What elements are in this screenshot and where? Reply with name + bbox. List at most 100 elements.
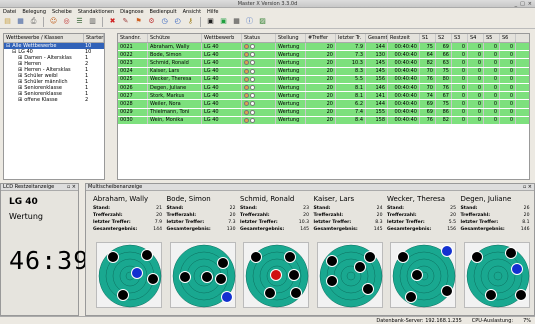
table-cell: 158 bbox=[366, 116, 388, 124]
tree-row[interactable]: ⊞ offene Klasse 2 bbox=[4, 97, 104, 103]
grid-header-cell[interactable]: S1 bbox=[420, 34, 436, 42]
table-cell: 0 bbox=[452, 43, 468, 51]
delete-icon[interactable]: ✖ bbox=[107, 16, 118, 27]
grid-header-cell[interactable]: Gesamt bbox=[366, 34, 388, 42]
target-image[interactable] bbox=[169, 242, 236, 308]
table-row[interactable]: 0022 Bode, Simon LG 40 Wertung 20 7.3 130 00:40… bbox=[118, 51, 529, 60]
table-row[interactable]: 0028 Weiler, Nora LG 40 Wertung 20 6.2 144 00:4… bbox=[118, 100, 529, 109]
table-row[interactable]: 0026 Degen, Juliane LG 40 Wertung 20 8.1 146 00… bbox=[118, 83, 529, 93]
close-button[interactable]: × bbox=[528, 1, 532, 7]
grid-header-cell[interactable]: S2 bbox=[436, 34, 452, 42]
key-icon[interactable]: ⚷ bbox=[185, 16, 196, 27]
settings-icon[interactable]: ⚙ bbox=[146, 16, 157, 27]
grid-header-cell[interactable]: Status bbox=[242, 34, 276, 42]
target-card[interactable]: Degen, Juliane Stand: 26 Trefferzahl: 20 letz… bbox=[461, 195, 533, 314]
table-cell: Wecker, Theresa bbox=[148, 75, 202, 83]
target-card[interactable]: Bode, Simon Stand: 22 Trefferzahl: 20 letzter… bbox=[167, 195, 239, 314]
menu-4[interactable]: Diagnose bbox=[120, 9, 143, 15]
list-icon[interactable]: ☰ bbox=[74, 16, 85, 27]
grid-header-cell[interactable]: Restzeit bbox=[388, 34, 420, 42]
grid-header-cell[interactable]: S3 bbox=[452, 34, 468, 42]
status-lamp-icon bbox=[250, 68, 255, 74]
target-icon[interactable]: ◎ bbox=[61, 16, 72, 27]
menu-0[interactable]: Datei bbox=[3, 9, 16, 15]
status-lamp-icon bbox=[244, 44, 249, 50]
shot-marker bbox=[178, 271, 191, 283]
expand-icon[interactable]: ⊞ bbox=[18, 97, 22, 103]
menu-5[interactable]: Bedienpult bbox=[150, 9, 177, 15]
table-row[interactable]: 0021 Abraham, Wally LG 40 Wertung 20 7.9 144 00… bbox=[118, 43, 529, 52]
edit-icon[interactable]: ✎ bbox=[120, 16, 131, 27]
target-card[interactable]: Wecker, Theresa Stand: 25 Trefferzahl: 20 let… bbox=[387, 195, 459, 314]
table-row[interactable]: 0023 Schmid, Ronald LG 40 Wertung 20 10.3 145 0… bbox=[118, 59, 529, 68]
card-stat-last: letzter Treffer: 7.3 bbox=[167, 220, 239, 227]
menu-2[interactable]: Scheibe bbox=[52, 9, 72, 15]
target-image[interactable] bbox=[316, 242, 383, 308]
shot-marker bbox=[363, 251, 376, 263]
panel-float-close-icon[interactable]: ▫ × bbox=[67, 184, 76, 190]
flag-icon[interactable]: ⚑ bbox=[133, 16, 144, 27]
clock-icon[interactable]: ◷ bbox=[159, 16, 170, 27]
target-card[interactable]: Schmid, Ronald Stand: 23 Trefferzahl: 20 letz… bbox=[240, 195, 312, 314]
lcd-icon[interactable]: ▣ bbox=[205, 16, 216, 27]
shooter-name: Wecker, Theresa bbox=[387, 195, 446, 203]
save-icon[interactable]: ▦ bbox=[15, 16, 26, 27]
target-image[interactable] bbox=[96, 242, 162, 308]
stat-value: 130 bbox=[226, 227, 236, 232]
lcd-panel-title: LCD Restzeitanzeige bbox=[3, 184, 55, 190]
minimize-button[interactable]: _ bbox=[515, 1, 518, 7]
target-image[interactable] bbox=[390, 242, 456, 308]
target-image[interactable] bbox=[243, 242, 309, 308]
table-cell: 20 bbox=[306, 100, 336, 108]
maximize-button[interactable]: □ bbox=[520, 1, 525, 7]
stat-label: Gesamtergebnis: bbox=[313, 227, 358, 232]
target-card[interactable]: Kaiser, Lars Stand: 24 Trefferzahl: 20 letzte… bbox=[314, 195, 386, 314]
card-stat-total: Gesamtergebnis: 145 bbox=[314, 227, 386, 234]
tree-header-competitions[interactable]: Wettbewerbe / Klassen bbox=[4, 34, 84, 42]
menu-7[interactable]: Hilfe bbox=[207, 9, 218, 15]
status-lamp-icon bbox=[250, 60, 255, 66]
stat-label: Stand: bbox=[166, 206, 184, 211]
grid-header-cell[interactable]: Schütze bbox=[148, 34, 202, 42]
menu-6[interactable]: Ansicht bbox=[183, 9, 201, 15]
grid-header-cell[interactable]: S4 bbox=[468, 34, 484, 42]
info-icon[interactable]: ⓘ bbox=[244, 16, 255, 27]
menu-1[interactable]: Belegung bbox=[22, 9, 46, 15]
stat-value: 156 bbox=[447, 227, 456, 232]
image-icon[interactable]: ▨ bbox=[257, 16, 268, 27]
table-row[interactable]: 0030 Wein, Monika LG 40 Wertung 20 8.4 158 00:4… bbox=[118, 116, 529, 125]
timer-icon[interactable]: ◴ bbox=[172, 16, 183, 27]
tree-header-starters[interactable]: Starter bbox=[84, 34, 104, 42]
table-row[interactable]: 0027 Stork, Markus LG 40 Wertung 20 8.1 141 00:… bbox=[118, 92, 529, 101]
grid-header-cell[interactable]: S5 bbox=[484, 34, 500, 42]
table-cell: 0 bbox=[484, 59, 500, 67]
table-icon[interactable]: ▥ bbox=[87, 16, 98, 27]
table-row[interactable]: 0025 Wecker, Theresa LG 40 Wertung 20 5.5 156 0… bbox=[118, 75, 529, 84]
target-image[interactable] bbox=[463, 242, 530, 308]
table-row[interactable]: 0029 Thielmann, Toni LG 40 Wertung 20 7.4 155 0… bbox=[118, 108, 529, 117]
grid-header-cell[interactable]: letzter Tr. bbox=[336, 34, 366, 42]
table-row[interactable]: 0024 Kaiser, Lars LG 40 Wertung 20 8.3 145 00:4… bbox=[118, 67, 529, 76]
grid-header-cell[interactable]: Stellung bbox=[276, 34, 306, 42]
table-cell: 0 bbox=[452, 51, 468, 59]
status-lamp-icon bbox=[250, 76, 255, 82]
users-icon[interactable]: ☺ bbox=[48, 16, 59, 27]
grid-header-cell[interactable]: #Treffer bbox=[306, 34, 336, 42]
print-icon[interactable]: ⎙ bbox=[28, 16, 39, 27]
toolbar: ▤ ▦ ⎙ ☺ ◎ ☰ ▥ ✖ ✎ ⚑ ⚙ ◷ ◴ ⚷ ▣ ▣ ▦ ⓘ ▨ bbox=[0, 15, 535, 29]
grid-header-cell[interactable]: Standnr. bbox=[118, 34, 148, 42]
table-cell: Wertung bbox=[276, 75, 306, 83]
status-lamp-icon bbox=[250, 52, 255, 58]
grid-icon[interactable]: ▦ bbox=[231, 16, 242, 27]
monitor-icon[interactable]: ▣ bbox=[218, 16, 229, 27]
grid-header-cell[interactable]: Wettbewerb bbox=[202, 34, 242, 42]
target-card[interactable]: Abraham, Wally Stand: 21 Trefferzahl: 20 letz… bbox=[93, 195, 165, 314]
status-bar: Datenbank-Server: 192.168.1.235 CPU-Ausl… bbox=[0, 316, 535, 324]
grid-header-cell[interactable]: S6 bbox=[500, 34, 516, 42]
panel-float-close-icon[interactable]: ▫ × bbox=[523, 184, 532, 190]
tree-body: ⊟ Alle Wettbewerbe 10 ⊟ LG 40 10 ⊞ Damen - Alte… bbox=[4, 43, 104, 103]
menu-3[interactable]: Standaktionen bbox=[78, 9, 114, 15]
folder-icon[interactable]: ▤ bbox=[2, 16, 13, 27]
table-cell: 155 bbox=[366, 108, 388, 116]
table-cell: 144 bbox=[366, 43, 388, 51]
